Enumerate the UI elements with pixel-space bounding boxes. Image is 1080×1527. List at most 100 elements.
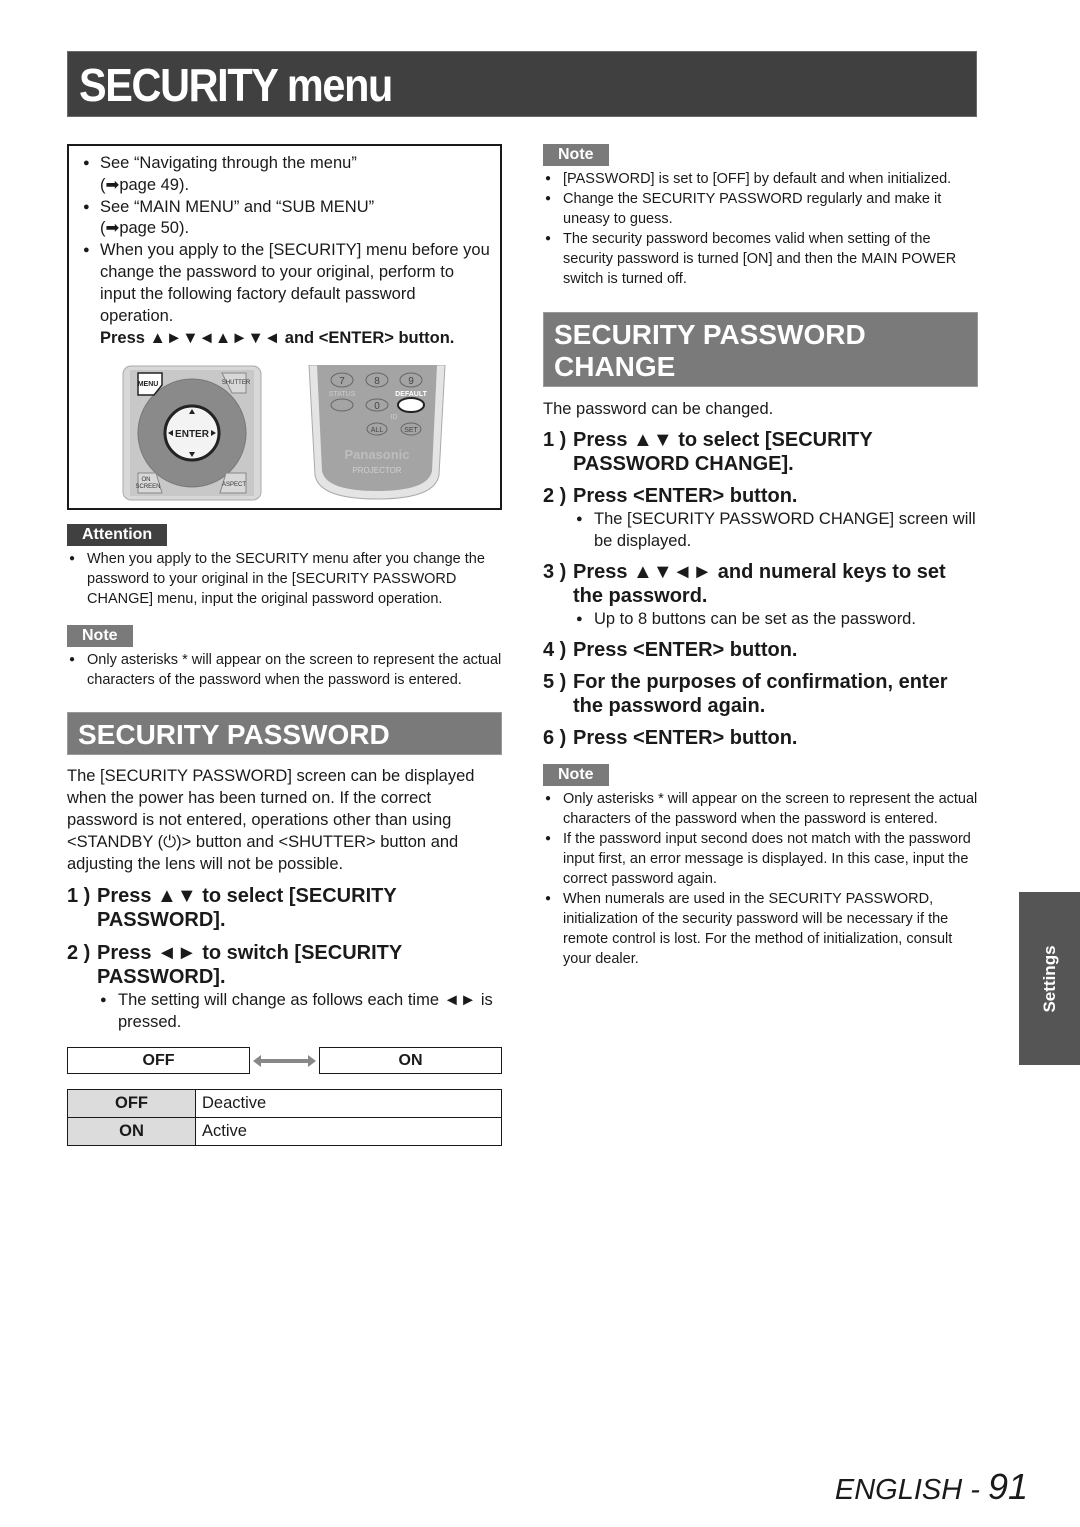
right-column: Note [PASSWORD] is set to [OFF] by defau… [543,144,978,969]
section-heading-security-password-change: SECURITY PASSWORD CHANGE [543,312,978,387]
note-block-right-bottom: Note Only asterisks * will appear on the… [543,764,978,969]
toggle-off-box: OFF [67,1047,250,1074]
page-title: SECURITY menu [79,59,393,111]
page-number: 91 [987,1466,1028,1507]
table-row: OFF Deactive [67,1089,502,1118]
svg-text:0: 0 [374,401,380,412]
page-footer: ENGLISH - 91 [835,1466,1028,1508]
step-sub-bullet: The setting will change as follows each … [67,989,502,1033]
toggle-on-box: ON [319,1047,502,1074]
heading-line: CHANGE [554,351,676,382]
step-number: 6 ) [543,727,567,749]
svg-text:STATUS: STATUS [329,391,356,398]
svg-text:8: 8 [374,376,380,387]
step-text: Press <ENTER> button. [573,485,798,507]
option-value: Active [195,1117,502,1146]
note-bullets: Only asterisks * will appear on the scre… [543,789,978,969]
step-item: 4 ) Press <ENTER> button. [543,638,978,662]
section-heading-security-password: SECURITY PASSWORD [67,712,502,755]
security-password-description: The [SECURITY PASSWORD] screen can be di… [67,767,475,873]
step-text: For the purposes of confirmation, enter … [573,671,948,717]
svg-text:PROJECTOR: PROJECTOR [352,466,401,475]
security-password-change-steps: 1 ) Press ▲▼ to select [SECURITY PASSWOR… [543,428,978,750]
note-bullet: Change the SECURITY PASSWORD regularly a… [543,189,978,229]
svg-text:MENU: MENU [138,381,159,388]
step-number: 1 ) [543,429,567,451]
step-number: 5 ) [543,671,567,693]
page-title-bar: SECURITY menu [67,51,977,117]
intro-bullet-text: See “MAIN MENU” and “SUB MENU” [100,197,375,216]
options-table: OFF Deactive ON Active [67,1089,502,1146]
step-number: 1 ) [67,885,91,907]
double-arrow-icon [253,1055,316,1067]
remote-control-illustration: 7 8 9 STATUS DEFAULT 0 ID ALL SET Panaso… [308,365,446,500]
note-bullet: The security password becomes valid when… [543,229,978,289]
note-label: Note [543,144,609,166]
step-number: 2 ) [67,942,91,964]
toggle-diagram: OFF ON [67,1047,502,1074]
footer-language: ENGLISH - [834,1474,988,1506]
heading-line: SECURITY PASSWORD [554,319,866,350]
note-bullet: If the password input second does not ma… [543,829,978,889]
note-label: Note [543,764,609,786]
option-key: ON [67,1117,196,1146]
attention-bullet: When you apply to the SECURITY menu afte… [67,549,502,609]
intro-bullet: See “Navigating through the menu” (➡page… [83,153,492,197]
step-number: 3 ) [543,561,567,583]
intro-bullet: When you apply to the [SECURITY] menu be… [83,240,492,327]
option-value: Deactive [195,1089,502,1118]
note-block-left: Note Only asterisks * will appear on the… [67,625,502,690]
security-password-steps: 1 ) Press ▲▼ to select [SECURITY PASSWOR… [67,884,502,1033]
step-item: 6 ) Press <ENTER> button. [543,726,978,750]
svg-text:ID: ID [391,414,398,421]
note-bullet: When numerals are used in the SECURITY P… [543,889,978,969]
step-sub-bullet: The [SECURITY PASSWORD CHANGE] screen wi… [543,508,978,552]
note-bullets: [PASSWORD] is set to [OFF] by default an… [543,169,978,289]
svg-text:ON: ON [142,477,151,483]
default-key-icon [397,397,425,413]
step-number: 2 ) [543,485,567,507]
page-link[interactable]: (➡page 50). [100,219,189,237]
intro-box: See “Navigating through the menu” (➡page… [67,144,502,510]
step-text: Press ▲▼ to select [SECURITY PASSWORD]. [97,885,397,931]
attention-bullets: When you apply to the SECURITY menu afte… [67,549,502,609]
left-column: See “Navigating through the menu” (➡page… [67,144,502,1146]
note-bullet: Only asterisks * will appear on the scre… [543,789,978,829]
step-text: Press <ENTER> button. [573,639,798,661]
step-text: Press ▲▼ to select [SECURITY PASSWORD CH… [573,429,873,475]
intro-bullet: See “MAIN MENU” and “SUB MENU” (➡page 50… [83,197,492,241]
side-tab-label: Settings [1039,944,1059,1013]
step-item: 2 ) Press <ENTER> button. [543,484,978,508]
step-sub-bullet: Up to 8 buttons can be set as the passwo… [543,608,978,630]
step-item: 1 ) Press ▲▼ to select [SECURITY PASSWOR… [543,428,978,476]
intro-bullets: See “Navigating through the menu” (➡page… [83,153,492,327]
note-label: Note [67,625,133,647]
step-text: Press <ENTER> button. [573,727,798,749]
step-number: 4 ) [543,639,567,661]
svg-text:ASPECT: ASPECT [222,482,246,488]
svg-text:ALL: ALL [371,427,384,434]
control-panel-illustration: ENTER MENU SHUTTER ON SCREEN ASPECT [122,365,262,501]
svg-text:7: 7 [339,376,345,387]
note-bullet: Only asterisks * will appear on the scre… [67,650,502,690]
settings-side-tab: Settings [1019,892,1080,1065]
svg-text:SET: SET [404,427,418,434]
table-row: ON Active [67,1117,502,1146]
note-block-right-top: Note [PASSWORD] is set to [OFF] by defau… [543,144,978,289]
intro-bullet-text: See “Navigating through the menu” [100,154,357,172]
step-text: Press ◄► to switch [SECURITY PASSWORD]. [97,942,402,988]
attention-block: Attention When you apply to the SECURITY… [67,524,502,609]
svg-text:9: 9 [408,376,414,387]
status-key-icon [330,398,354,412]
note-bullet: [PASSWORD] is set to [OFF] by default an… [543,169,978,189]
svg-text:DEFAULT: DEFAULT [395,391,427,398]
svg-text:SCREEN: SCREEN [135,484,160,490]
note-bullets: Only asterisks * will appear on the scre… [67,650,502,690]
step-item: 3 ) Press ▲▼◄► and numeral keys to set t… [543,560,978,608]
step-item: 2 ) Press ◄► to switch [SECURITY PASSWOR… [67,941,502,989]
step-text: Press ▲▼◄► and numeral keys to set the p… [573,561,946,607]
page-link[interactable]: (➡page 49). [100,176,189,194]
security-password-change-description: The password can be changed. [543,400,774,418]
brand-logo: Panasonic [344,447,409,462]
intro-bullet-text: When you apply to the [SECURITY] menu be… [100,241,490,325]
